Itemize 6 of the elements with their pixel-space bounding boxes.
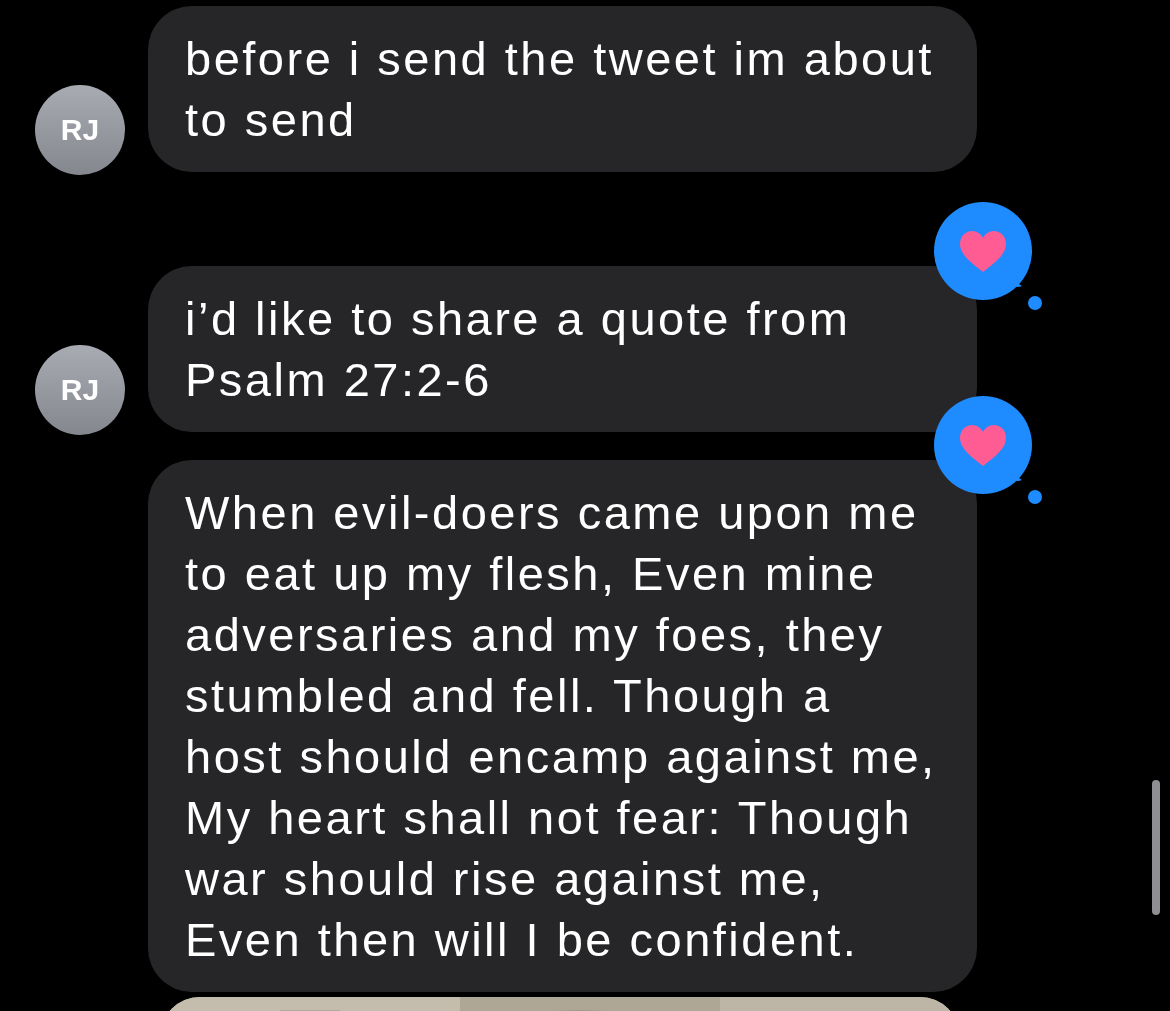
avatar[interactable]: RJ <box>35 345 125 435</box>
avatar[interactable]: RJ <box>35 85 125 175</box>
scrollbar[interactable] <box>1152 780 1160 915</box>
heart-reaction-icon <box>934 396 1044 506</box>
message-bubble: before i send the tweet im about to send <box>148 6 977 172</box>
heart-reaction-icon <box>934 202 1044 312</box>
